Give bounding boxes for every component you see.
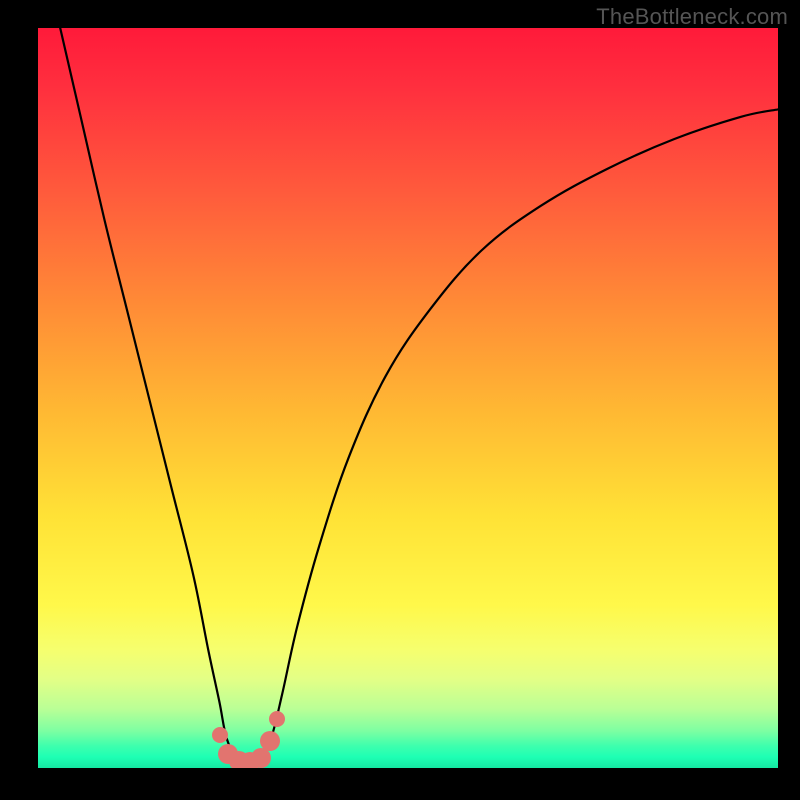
- data-marker: [212, 727, 228, 743]
- marker-layer: [38, 28, 778, 768]
- chart-frame: TheBottleneck.com: [0, 0, 800, 800]
- data-marker: [269, 711, 285, 727]
- watermark-text: TheBottleneck.com: [596, 4, 788, 30]
- data-marker: [260, 731, 280, 751]
- data-marker: [251, 748, 271, 768]
- plot-area: [38, 28, 778, 768]
